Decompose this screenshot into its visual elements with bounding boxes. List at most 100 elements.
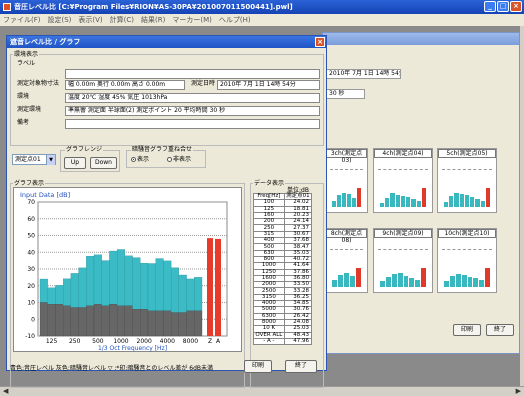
overlay-show-option[interactable]: 表示 <box>131 156 149 164</box>
chevron-down-icon[interactable]: ▼ <box>46 155 55 165</box>
signal-bar <box>39 278 48 303</box>
y-tick-label: 40 <box>27 249 35 256</box>
maximize-button[interactable]: □ <box>497 1 509 12</box>
menu-file[interactable]: ファイル(F) <box>3 14 41 26</box>
app-title: 音圧レベル比 [C:¥Program Files¥RION¥AS-30PA¥20… <box>14 3 293 11</box>
spectrum-chart: Input Data [dB] -10 0 10 20 30 40 50 60 70 125 250 5… <box>20 191 228 352</box>
overlay-label: 暗騒音グラフ重ね合せ <box>131 146 194 153</box>
measurement-point-select[interactable]: 測定点01 ▼ <box>12 154 56 165</box>
background-bar <box>93 304 102 337</box>
x-tick-label: 2000 <box>137 338 152 345</box>
background-bar <box>116 305 126 337</box>
dialog-titlebar: 遮音レベル比 / グラフ × <box>7 36 326 48</box>
y-tick-label: 70 <box>27 199 35 206</box>
signal-bar <box>55 285 64 305</box>
bg-panel-9: 9ch(測定点09) <box>373 228 433 293</box>
label-field[interactable] <box>65 69 320 79</box>
dialog-close-icon[interactable]: × <box>315 37 325 47</box>
radio-hide-icon[interactable] <box>167 157 172 162</box>
measurement-point-value: 測定点01 <box>15 156 41 163</box>
background-bar <box>186 310 195 337</box>
chart-panel: Input Data [dB] -10 0 10 20 30 40 50 60 70 125 250 5… <box>13 187 242 352</box>
bg-panel-bars <box>332 187 361 207</box>
menu-calc[interactable]: 計算(C) <box>110 14 134 26</box>
bg-panel-4: 4ch(測定点04) <box>373 148 433 213</box>
close-button[interactable]: × <box>510 1 522 12</box>
bg-time-field: 30 秒 <box>325 89 365 99</box>
status-legend-text: 青色:音圧レベル 灰色:暗騒音レベル ▽ :*印:暗騒音とのレベル差が 6dB未… <box>10 365 214 372</box>
menu-result[interactable]: 結果(R) <box>141 14 165 26</box>
range-down-button[interactable]: Down <box>90 157 117 169</box>
background-bar <box>70 307 79 337</box>
signal-bar <box>170 267 180 313</box>
graph-range-label: グラフレンジ <box>65 146 104 153</box>
y-tick-label: 30 <box>27 266 35 273</box>
signal-bar <box>124 255 133 307</box>
bg-panel-header: 8ch(測定点08) <box>326 229 367 244</box>
background-bar <box>170 312 180 337</box>
overall-a-bar <box>215 238 221 336</box>
close-dialog-button[interactable]: 終了 <box>285 360 317 373</box>
background-bar <box>62 305 72 337</box>
datetime-label: 測定日時 <box>191 80 216 87</box>
background-bar <box>194 310 203 337</box>
dimensions-label: 測定対象物寸法 <box>17 80 60 87</box>
dimensions-field: 幅 0.00m 奥行 0.00m 高さ 0.00m <box>65 80 185 90</box>
overlay-hide-option[interactable]: 非表示 <box>167 156 191 164</box>
bg-panel-header: 10ch(測定点10) <box>438 229 496 238</box>
background-bar <box>109 304 118 337</box>
background-bar <box>124 305 133 337</box>
x-tick-label: 125 <box>46 338 58 345</box>
bg-panel-bars <box>444 267 490 287</box>
app-icon <box>3 3 11 11</box>
x-tick-label: 500 <box>92 338 104 345</box>
bg-print-button[interactable]: 印刷 <box>453 324 481 336</box>
background-bar <box>55 304 64 337</box>
signal-bar <box>93 254 102 305</box>
bg-panel-8: 8ch(測定点08) <box>325 228 368 293</box>
background-bar <box>132 309 141 337</box>
background-bar <box>47 304 56 337</box>
x-tick-label: 4000 <box>160 338 175 345</box>
signal-bar <box>78 267 87 308</box>
background-bar <box>178 312 187 337</box>
menu-help[interactable]: ヘルプ(H) <box>219 14 251 26</box>
signal-bar <box>47 287 56 305</box>
bg-panel-header: 9ch(測定点09) <box>374 229 432 238</box>
bg-panel-bars <box>380 187 426 207</box>
data-table: Freq[Hz] 測定点01 100 24.02 125 18.81 160 20.23 200… <box>253 192 313 346</box>
menu-view[interactable]: 表示(V) <box>78 14 102 26</box>
bg-close-button[interactable]: 終了 <box>486 324 514 336</box>
background-window: 2010年 7月 1日 14時 54分 30 秒 3ch(測定点03) 4ch(… <box>322 32 520 354</box>
background-window-titlebar <box>323 33 519 45</box>
menu-marker[interactable]: マーカー(M) <box>172 14 212 26</box>
overall-z-bar <box>207 238 213 336</box>
menu-bar: ファイル(F) 設定(S) 表示(V) 計算(C) 結果(R) マーカー(M) … <box>0 14 524 26</box>
app-titlebar: 音圧レベル比 [C:¥Program Files¥RION¥AS-30PA¥20… <box>0 0 524 14</box>
note-field[interactable] <box>65 119 320 129</box>
measure-env-field: 準無響 測定面 半球面(2) 測定ポイント 20 平均時間 30 秒 <box>65 106 320 116</box>
menu-settings[interactable]: 設定(S) <box>48 14 72 26</box>
vertical-scrollbar[interactable] <box>520 26 524 386</box>
y-tick-label: 20 <box>27 283 35 290</box>
signal-bar <box>178 274 187 313</box>
signal-bar <box>101 260 110 307</box>
range-up-button[interactable]: Up <box>64 157 86 169</box>
background-bar <box>155 310 164 337</box>
background-bar <box>86 305 95 337</box>
bg-panel-header: 4ch(測定点04) <box>374 149 432 158</box>
bg-panel-bars <box>332 267 361 287</box>
scroll-left-icon[interactable]: ◀ <box>3 387 8 395</box>
y-tick-label: 50 <box>27 233 35 240</box>
signal-bar <box>194 277 203 312</box>
x-tick-label: 250 <box>69 338 81 345</box>
value-cell: 47.96 <box>283 337 313 346</box>
x-tick-label: A <box>216 338 221 345</box>
radio-show-icon[interactable] <box>131 157 136 162</box>
background-bar <box>78 307 87 337</box>
bg-datetime-field: 2010年 7月 1日 14時 54分 <box>325 69 401 79</box>
minimize-button[interactable]: _ <box>484 1 496 12</box>
signal-bar <box>140 262 149 310</box>
print-button[interactable]: 印刷 <box>244 360 272 373</box>
scroll-right-icon[interactable]: ▶ <box>516 387 521 395</box>
